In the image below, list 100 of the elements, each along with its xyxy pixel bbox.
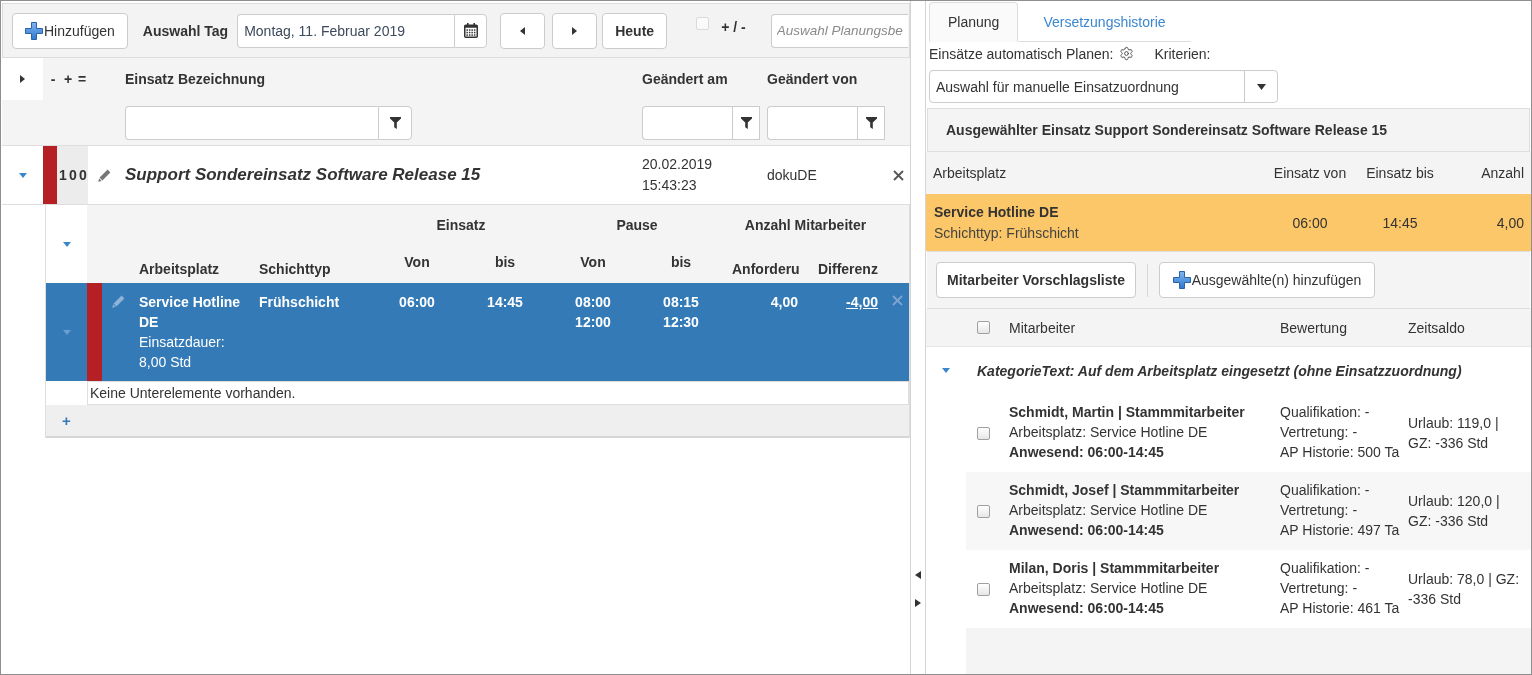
checkbox[interactable]	[976, 321, 990, 334]
employee-name: Milan, Doris | Stammmitarbeiter	[1009, 559, 1221, 578]
add-button[interactable]: Hinzufügen	[12, 12, 128, 49]
rating-line: Vertretung: -	[1280, 501, 1359, 520]
collapse-left-icon[interactable]	[915, 571, 921, 579]
checkbox[interactable]	[976, 504, 990, 518]
filter-icon	[740, 116, 752, 129]
checkbox[interactable]	[976, 582, 990, 596]
workplace-name: Service Hotline DE	[934, 202, 1060, 222]
caret-down-icon	[1256, 83, 1266, 90]
pencil-icon[interactable]	[111, 295, 125, 308]
auto-plan-label: Einsätze automatisch Planen:	[929, 45, 1114, 62]
count-value: 0	[78, 167, 88, 183]
empty-message: Keine Unterelemente vorhanden.	[87, 381, 909, 405]
table-cell-text: dokuDE	[766, 165, 818, 185]
add-selected-button[interactable]: Ausgewählte(n) hinzufügen	[1159, 262, 1375, 298]
filter-field[interactable]	[125, 105, 378, 140]
criteria-label: Kriterien:	[1154, 45, 1211, 62]
today-button[interactable]: Heute	[602, 12, 668, 49]
filter-field[interactable]	[767, 105, 857, 140]
column-header: Anforderu	[731, 261, 801, 279]
column-header: -	[49, 71, 57, 87]
expand-toggle[interactable]	[2, 58, 43, 100]
calendar-button[interactable]	[454, 13, 488, 48]
rating-line: Qualifikation: -	[1280, 481, 1371, 500]
column-header: bis	[669, 254, 693, 272]
column-header: Schichttyp	[258, 261, 332, 279]
pencil-icon[interactable]	[97, 168, 111, 182]
table-cell-text: 14:45	[1381, 214, 1419, 231]
rating-line: Vertretung: -	[1280, 579, 1359, 598]
time-balance: Urlaub: 119,0 | GZ: -336 Std	[1408, 414, 1500, 453]
panel-title: Ausgewählter Einsatz Support Sondereinsatz Software Release 15	[946, 122, 1388, 138]
count-value: 1	[58, 167, 68, 183]
category-title: KategorieText: Auf dem Arbeitsplatz eingesetzt (ohne Einsatzzuordnung)	[976, 362, 1462, 379]
shift-type: Schichttyp: Frühschicht	[934, 223, 1080, 243]
tab[interactable]: Planung	[929, 2, 1019, 42]
caret-left-icon	[520, 26, 526, 35]
checkbox[interactable]	[976, 426, 990, 440]
filter-icon	[865, 116, 877, 129]
employee-presence: Anwesend: 06:00-14:45	[1009, 599, 1165, 618]
table-row[interactable]: Service Hotline DE Schichttyp: Frühschicht 06:00 14:45 4,00	[926, 194, 1531, 251]
filter-field[interactable]	[642, 105, 732, 140]
table-cell-text: 06:00	[1291, 214, 1329, 231]
previous-button[interactable]	[500, 12, 546, 49]
filter-button[interactable]	[857, 105, 885, 140]
rating-line: Vertretung: -	[1280, 423, 1359, 442]
filter-icon	[389, 116, 401, 129]
settings-icon[interactable]	[1119, 46, 1135, 61]
column-header: Arbeitsplatz	[932, 165, 1008, 181]
time-value: 12:00	[574, 313, 612, 332]
workplace-name: Service Hotline DE	[139, 293, 242, 332]
criteria-select[interactable]: Auswahl für manuelle Einsatzuordnung	[929, 70, 1278, 103]
next-button[interactable]	[552, 12, 598, 49]
caret-right-icon	[572, 26, 578, 35]
column-header: bis	[493, 254, 517, 272]
table-row[interactable]: Service Hotline DE Einsatzdauer: 8,00 Std Frühschicht 06:00 14:45 08:00 12:00 08:15 12:30 4,00 -4,00	[46, 283, 909, 381]
difference-link[interactable]: -4,00	[846, 294, 878, 310]
rating-line: AP Historie: 497 Ta	[1280, 521, 1401, 540]
calendar-icon	[463, 23, 478, 38]
column-header: =	[76, 71, 88, 87]
employee-workplace: Arbeitsplatz: Service Hotline DE	[1009, 423, 1209, 442]
column-header: Differenz	[817, 261, 879, 279]
expand-right-icon[interactable]	[915, 599, 921, 607]
column-header: Von	[579, 254, 607, 272]
column-group-header: Pause	[615, 217, 659, 233]
column-header: Einsatz Bezeichnung	[124, 71, 267, 87]
column-header: Arbeitsplatz	[138, 261, 221, 279]
required-count: 4,00	[769, 293, 798, 312]
close-icon[interactable]	[893, 169, 904, 181]
column-header: Einsatz von	[1272, 165, 1348, 181]
column-header: Bewertung	[1279, 319, 1348, 336]
expand-toggle[interactable]	[46, 205, 87, 283]
time-value: 12:30	[662, 313, 700, 332]
time-balance: Urlaub: 120,0 | GZ: -336 Std	[1408, 492, 1501, 531]
shift-type: Frühschicht	[259, 293, 341, 312]
suggestion-list-button[interactable]: Mitarbeiter Vorschlagsliste	[936, 262, 1136, 298]
column-group-header: Einsatz	[435, 217, 487, 233]
table-cell-text: 4,00	[1495, 214, 1525, 231]
date-field[interactable]: Montag, 11. Februar 2019	[237, 13, 455, 48]
plus-icon	[1172, 271, 1191, 289]
time-value: 06:00	[398, 293, 436, 312]
add-link[interactable]: +	[46, 412, 87, 429]
column-header: +	[62, 71, 74, 87]
time-value: 14:45	[486, 293, 524, 312]
column-header: Anzahl	[1480, 165, 1525, 181]
time-balance: Urlaub: 78,0 | GZ: -336 Std	[1408, 570, 1520, 609]
filter-button[interactable]	[378, 105, 412, 140]
column-group-header: Anzahl Mitarbeiter	[743, 217, 868, 233]
filter-button[interactable]	[732, 105, 760, 140]
rating-line: Qualifikation: -	[1280, 403, 1371, 422]
column-header: Einsatz bis	[1365, 165, 1435, 181]
table-row[interactable]: 100 Support Sondereinsatz Software Release 15 20.02.2019 15:43:23 dokuDE	[2, 145, 910, 205]
rating-line: AP Historie: 461 Ta	[1280, 599, 1401, 618]
column-header: Zeitsaldo	[1408, 319, 1466, 336]
column-header: Geändert von	[766, 71, 859, 87]
plus-minus-label: + / -	[721, 19, 746, 35]
planning-search-field[interactable]: Auswahl Planungsbe	[770, 13, 908, 48]
employee-name: Schmidt, Martin | Stammmitarbeiter	[1009, 403, 1246, 422]
time-value: 08:15	[662, 293, 700, 312]
column-header: Von	[403, 254, 431, 272]
